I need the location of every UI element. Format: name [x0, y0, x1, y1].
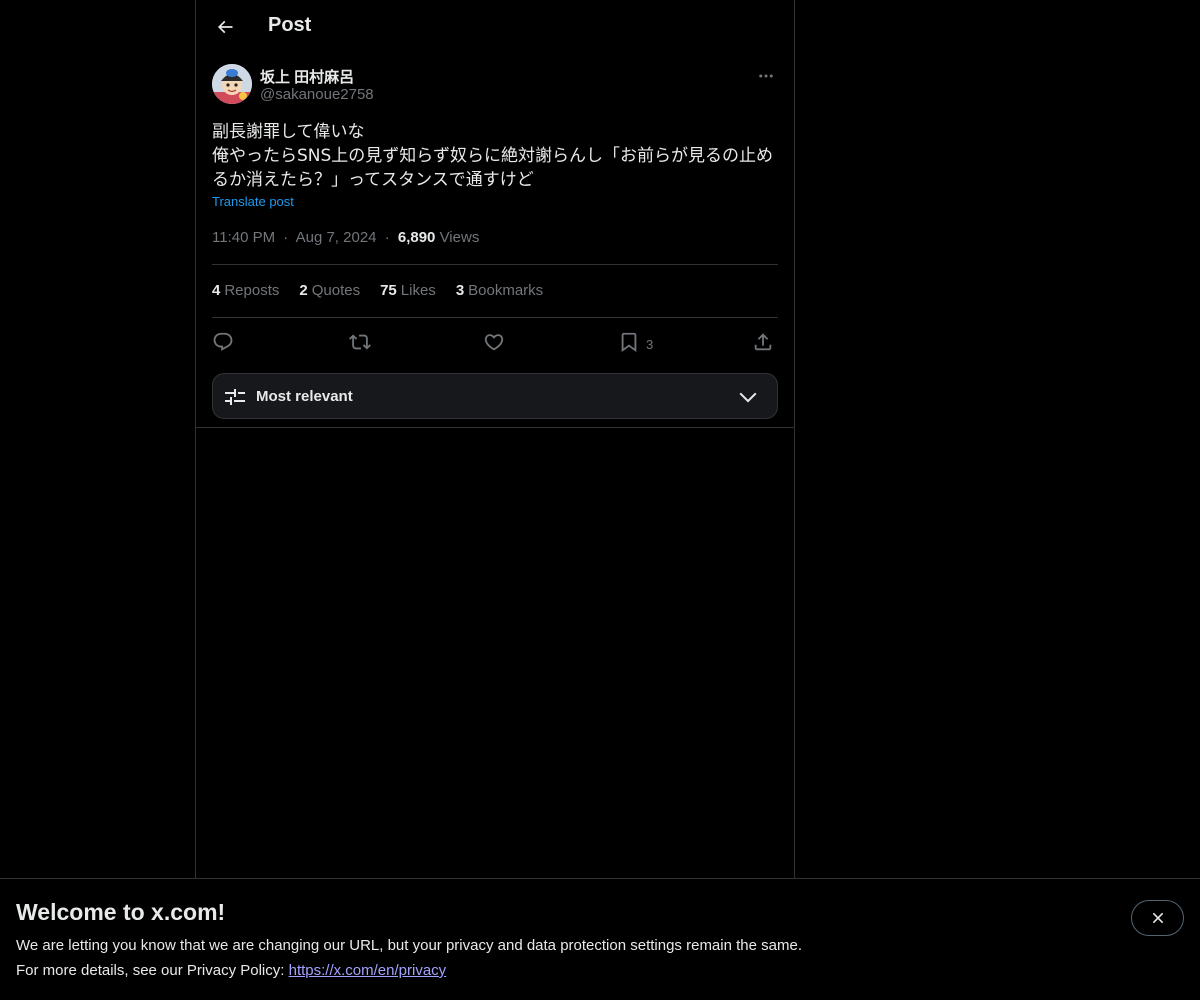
quotes-label: Quotes [311, 282, 361, 299]
bookmark-button[interactable]: 3 [618, 326, 653, 358]
like-button[interactable] [483, 326, 505, 358]
likes-count: 75 [380, 282, 397, 299]
banner-privacy-line: For more details, see our Privacy Policy… [16, 962, 446, 979]
back-button[interactable] [208, 10, 242, 44]
post-header: Post [196, 0, 794, 53]
meta-separator: · [384, 229, 390, 246]
heart-icon [484, 334, 504, 351]
divider [212, 317, 778, 318]
reply-icon [213, 332, 233, 351]
author-display-name[interactable]: 坂上 田村麻呂 [260, 66, 354, 87]
banner-title: Welcome to x.com! [16, 899, 226, 925]
url-change-banner: Welcome to x.com! We are letting you kno… [0, 878, 1200, 1000]
likes-label: Likes [400, 282, 436, 299]
post-meta: 11:40 PM · Aug 7, 2024 · 6,890 Views [212, 229, 479, 246]
quotes-stat[interactable]: 2 Quotes [299, 282, 360, 299]
banner-message: We are letting you know that we are chan… [16, 937, 802, 954]
meta-separator: · [283, 229, 289, 246]
reply-button[interactable] [212, 326, 234, 358]
sort-label: Most relevant [256, 388, 353, 405]
post-author: 坂上 田村麻呂 @sakanoue2758 [212, 64, 778, 108]
repost-button[interactable] [349, 326, 371, 358]
likes-stat[interactable]: 75 Likes [380, 282, 436, 299]
close-icon [1152, 912, 1163, 924]
chevron-down-icon [739, 392, 757, 403]
more-horizontal-icon [759, 74, 773, 78]
divider [196, 427, 794, 428]
reposts-label: Reposts [224, 282, 280, 299]
sort-replies-dropdown[interactable]: Most relevant [212, 373, 778, 419]
banner-privacy-prefix: For more details, see our Privacy Policy… [16, 962, 285, 979]
bookmarks-label: Bookmarks [468, 282, 544, 299]
arrow-left-icon [217, 20, 233, 34]
more-options-button[interactable] [754, 64, 778, 88]
post-actions: 3 [212, 326, 778, 358]
page-title: Post [268, 14, 312, 36]
avatar[interactable] [212, 64, 252, 104]
privacy-policy-link[interactable]: https://x.com/en/privacy [289, 962, 447, 979]
share-button[interactable] [752, 326, 774, 358]
bookmark-count: 3 [646, 336, 654, 352]
translate-post-link[interactable]: Translate post [212, 194, 294, 209]
post-column: Post 坂上 田村麻呂 @sakanoue2758 副長謝罪して偉いな 俺やっ… [195, 0, 795, 880]
author-handle[interactable]: @sakanoue2758 [260, 86, 374, 103]
views-count: 6,890 [397, 229, 436, 246]
post-date[interactable]: Aug 7, 2024 [296, 229, 377, 246]
reposts-stat[interactable]: 4 Reposts [212, 282, 279, 299]
reposts-count: 4 [212, 282, 221, 299]
quotes-count: 2 [299, 282, 308, 299]
repost-icon [349, 334, 371, 350]
bookmark-icon [621, 332, 637, 353]
bookmarks-stat[interactable]: 3 Bookmarks [456, 282, 543, 299]
post-stats: 4 Reposts 2 Quotes 75 Likes 3 Bookmarks [212, 282, 543, 299]
sliders-icon [225, 389, 245, 405]
divider [212, 264, 778, 265]
share-icon [754, 333, 772, 351]
views-label: Views [439, 229, 480, 246]
post-time[interactable]: 11:40 PM [212, 229, 275, 246]
close-banner-button[interactable] [1131, 900, 1184, 936]
bookmarks-count: 3 [455, 282, 465, 299]
post-text: 副長謝罪して偉いな 俺やったらSNS上の見ず知らず奴らに絶対謝らんし「お前らが見… [212, 122, 773, 190]
